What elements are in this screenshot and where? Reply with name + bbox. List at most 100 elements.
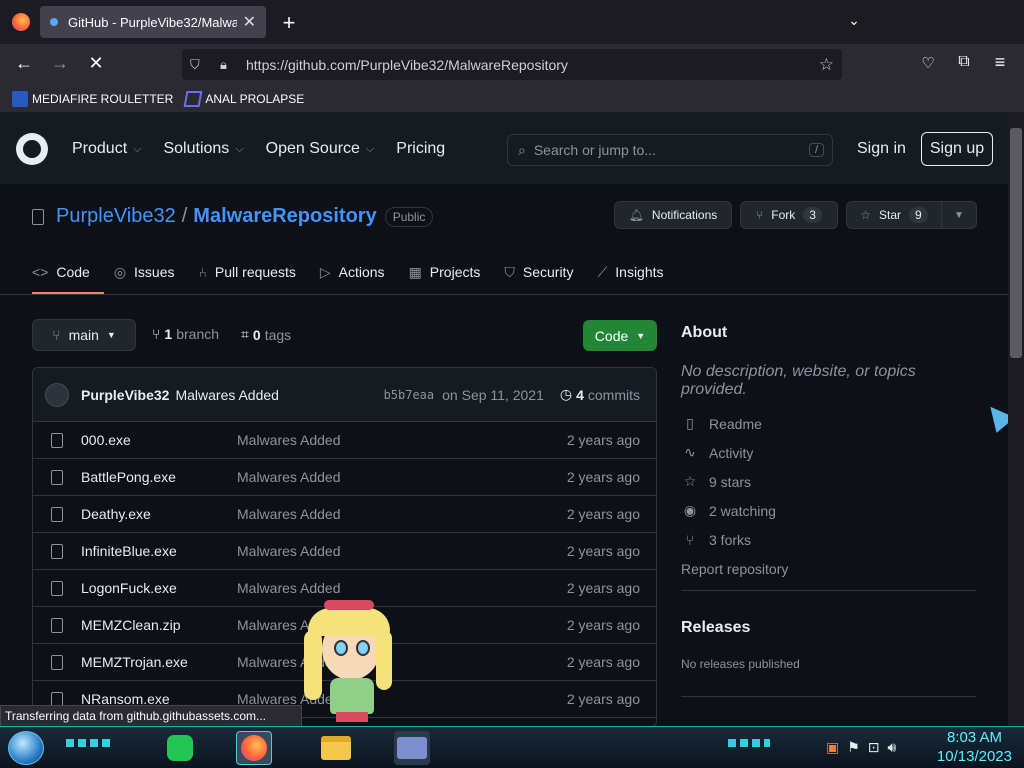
file-commit-message[interactable]: Malwares Added [237, 506, 341, 522]
control-panel-icon[interactable] [394, 731, 430, 765]
commit-hash[interactable]: b5b7eaa [384, 388, 435, 402]
tab-insights[interactable]: ⟋ Insights [597, 258, 663, 286]
about-item[interactable]: ∿ Activity [681, 438, 976, 467]
file-name-link[interactable]: 000.exe [81, 432, 131, 448]
tab-pull-requests[interactable]: ⑃ Pull requests [199, 258, 296, 286]
avatar[interactable] [45, 382, 69, 407]
file-name-link[interactable]: InfiniteBlue.exe [81, 543, 177, 559]
commit-author[interactable]: PurpleVibe32 [81, 387, 169, 403]
star-dropdown-button[interactable]: ▼ [941, 201, 977, 229]
taskbar-decor [728, 739, 770, 747]
file-commit-message[interactable]: Malwares Added [237, 543, 341, 559]
volume-icon[interactable]: 🔊︎ [888, 739, 897, 756]
releases-title[interactable]: Releases [681, 619, 976, 637]
nav-solutions[interactable]: Solutions ⌵ [163, 140, 243, 158]
file-age: 2 years ago [566, 469, 640, 485]
tray-app-icon[interactable]: ▣ [826, 739, 839, 756]
visibility-badge: Public [384, 206, 434, 227]
forward-icon[interactable]: → [48, 53, 72, 74]
about-item[interactable]: ⑂ 3 forks [681, 525, 976, 554]
commits-link[interactable]: ◷ 4 commits [560, 386, 640, 403]
about-item[interactable]: ☆ 9 stars [681, 467, 976, 496]
tab-projects[interactable]: ▦ Projects [409, 258, 481, 286]
address-bar[interactable]: ⛉ 🔒︎ https://github.com/PurpleVibe32/Mal… [182, 49, 842, 80]
cartoon-character-image [300, 600, 395, 722]
close-tab-icon[interactable]: ✕ [243, 12, 256, 32]
file-name-link[interactable]: LogonFuck.exe [81, 580, 177, 596]
stop-loading-icon[interactable]: ✕ [84, 53, 108, 74]
url-text[interactable]: https://github.com/PurpleVibe32/MalwareR… [246, 57, 568, 73]
file-name-link[interactable]: MEMZClean.zip [81, 617, 181, 633]
search-input[interactable]: ⌕ Search or jump to... / [507, 134, 833, 166]
tab-label: Projects [429, 264, 481, 280]
file-row[interactable]: InfiniteBlue.exe Malwares Added 2 years ag… [33, 533, 656, 570]
branch-selector[interactable]: ⑂ main ▼ [32, 319, 136, 351]
extensions-icon[interactable]: ⧉ [952, 53, 976, 71]
tab-code[interactable]: <> Code [32, 258, 90, 286]
firefox-taskbar-icon[interactable] [236, 731, 272, 765]
file-row[interactable]: 000.exe Malwares Added 2 years ago [33, 422, 656, 459]
flag-icon[interactable]: ⚑ [847, 739, 860, 756]
file-name-link[interactable]: Deathy.exe [81, 506, 151, 522]
fork-count: 3 [803, 207, 822, 223]
code-button[interactable]: Code ▼ [583, 320, 657, 351]
nav-open-source[interactable]: Open Source ⌵ [266, 140, 375, 158]
branch-word: branch [176, 326, 220, 342]
back-icon[interactable]: ← [12, 53, 36, 74]
pocket-icon[interactable]: ♡ [916, 54, 940, 72]
caret-down-icon: ▼ [106, 330, 116, 340]
pull-request-icon: ⑃ [198, 264, 207, 280]
file-explorer-icon[interactable] [318, 731, 354, 765]
file-commit-message[interactable]: Malwares Added [237, 432, 341, 448]
tab-actions[interactable]: ▷ Actions [320, 258, 385, 286]
browser-tab[interactable]: GitHub - PurpleVibe32/MalwareRepository … [40, 6, 266, 38]
bookmark-star-icon[interactable]: ☆ [819, 55, 834, 75]
github-logo-icon[interactable] [16, 133, 48, 165]
file-age: 2 years ago [566, 580, 640, 596]
start-button[interactable] [8, 731, 44, 765]
file-row[interactable]: BattlePong.exe Malwares Added 2 years ago [33, 459, 656, 496]
tab-security[interactable]: ⛉ Security [504, 258, 573, 286]
bookmark-item[interactable]: ANAL PROLAPSE [183, 91, 304, 107]
file-commit-message[interactable]: Malwares Added [237, 580, 341, 596]
nav-pricing[interactable]: Pricing [396, 140, 445, 158]
repo-owner-link[interactable]: PurpleVibe32 [56, 205, 176, 228]
tags-link[interactable]: ⌗ 0 tags [241, 326, 291, 343]
sign-up-button[interactable]: Sign up [921, 132, 993, 166]
new-tab-icon[interactable]: + [277, 10, 301, 36]
file-commit-message[interactable]: Malwares Added [237, 469, 341, 485]
branches-link[interactable]: ⑂ 1 branch [152, 326, 219, 342]
list-tabs-icon[interactable]: ⌄ [842, 12, 866, 29]
commits-word: commits [587, 386, 640, 403]
repo-title: PurpleVibe32 / MalwareRepository Public [32, 205, 434, 228]
tracking-shield-icon[interactable]: ⛉ [190, 57, 206, 73]
tab-issues[interactable]: ◎ Issues [114, 258, 175, 286]
about-item[interactable]: ▯ Readme [681, 409, 976, 438]
tab-label: Insights [615, 264, 664, 280]
notes-app-icon[interactable] [162, 731, 198, 765]
file-age: 2 years ago [566, 617, 640, 633]
scrollbar-thumb[interactable] [1010, 128, 1022, 358]
pulse-icon: ∿ [684, 444, 696, 460]
network-icon[interactable]: ⊡ [868, 739, 880, 756]
firefox-icon[interactable] [12, 13, 30, 31]
bookmark-item[interactable]: MEDIAFIRE ROULETTER [12, 91, 173, 107]
commit-message[interactable]: Malwares Added [175, 387, 279, 403]
repo-name-link[interactable]: MalwareRepository [193, 205, 376, 228]
report-repository-link[interactable]: Report repository [681, 554, 976, 583]
browser-tab-bar: GitHub - PurpleVibe32/MalwareRepository … [0, 0, 1024, 44]
menu-icon[interactable]: ≡ [988, 52, 1012, 73]
divider [0, 294, 1008, 295]
sign-in-link[interactable]: Sign in [857, 140, 906, 158]
fork-button[interactable]: ⑂ Fork 3 [740, 201, 838, 229]
taskbar-clock[interactable]: 8:03 AM 10/13/2023 [937, 728, 1012, 766]
star-button[interactable]: ☆ Star 9 [846, 201, 942, 229]
file-name-link[interactable]: MEMZTrojan.exe [81, 654, 188, 670]
lock-icon[interactable]: 🔒︎ [220, 57, 236, 73]
about-item[interactable]: ◉ 2 watching [681, 496, 976, 525]
file-name-link[interactable]: BattlePong.exe [81, 469, 176, 485]
nav-product[interactable]: Product ⌵ [72, 140, 141, 158]
tag-icon: ⌗ [241, 326, 249, 342]
notifications-button[interactable]: 🔔︎ Notifications [614, 201, 732, 229]
file-row[interactable]: Deathy.exe Malwares Added 2 years ago [33, 496, 656, 533]
